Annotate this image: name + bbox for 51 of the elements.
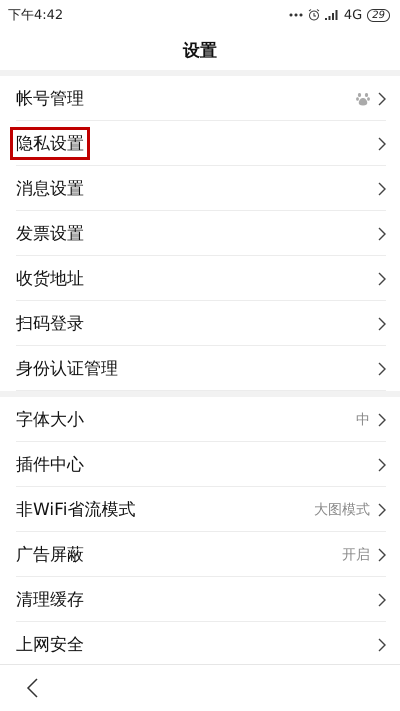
settings-row[interactable]: 上网安全 (0, 622, 400, 664)
settings-row[interactable]: 扫码登录 (0, 301, 400, 346)
settings-row[interactable]: 字体大小 中 (0, 397, 400, 442)
row-label: 插件中心 (15, 454, 85, 477)
page-title: 设置 (183, 40, 217, 62)
row-label: 扫码登录 (15, 313, 85, 336)
back-icon (26, 678, 38, 698)
chevron-icon (378, 502, 386, 516)
row-label: 发票设置 (15, 223, 85, 246)
chevron-icon (378, 92, 386, 106)
row-label: 非WiFi省流模式 (15, 499, 136, 522)
row-label: 清理缓存 (15, 589, 85, 612)
row-label: 隐私设置 (10, 127, 90, 160)
row-value: 中 (356, 410, 370, 428)
row-label: 收货地址 (15, 268, 85, 291)
paw-icon (356, 92, 370, 106)
chevron-icon (378, 136, 386, 150)
chevron-icon (378, 592, 386, 606)
settings-row[interactable]: 消息设置 (0, 166, 400, 211)
status-time: 下午4:42 (8, 7, 64, 24)
more-icon (288, 13, 303, 17)
row-label: 字体大小 (15, 409, 85, 432)
row-label: 广告屏蔽 (15, 544, 85, 567)
row-label: 上网安全 (15, 634, 85, 657)
network-type: 4G (344, 8, 362, 22)
chevron-icon (378, 548, 386, 562)
chevron-icon (378, 182, 386, 196)
settings-row[interactable]: 非WiFi省流模式 大图模式 (0, 487, 400, 532)
settings-row[interactable]: 收货地址 (0, 256, 400, 301)
chevron-icon (378, 226, 386, 240)
settings-row[interactable]: 清理缓存 (0, 577, 400, 622)
chevron-icon (378, 316, 386, 330)
chevron-icon (378, 272, 386, 286)
settings-row[interactable]: 插件中心 (0, 442, 400, 487)
row-value: 大图模式 (314, 500, 370, 518)
settings-row[interactable]: 隐私设置 (0, 121, 400, 166)
settings-row[interactable]: 广告屏蔽 开启 (0, 532, 400, 577)
settings-row[interactable]: 发票设置 (0, 211, 400, 256)
row-value: 开启 (342, 546, 370, 564)
row-label: 帐号管理 (15, 88, 85, 111)
settings-row[interactable]: 身份认证管理 (0, 346, 400, 391)
battery-level: 29 (367, 8, 390, 22)
row-label: 消息设置 (15, 178, 85, 201)
settings-row[interactable]: 帐号管理 (0, 76, 400, 121)
chevron-icon (378, 638, 386, 652)
chevron-icon (378, 412, 386, 426)
chevron-icon (378, 458, 386, 472)
chevron-icon (378, 362, 386, 376)
signal-icon (324, 10, 339, 20)
row-label: 身份认证管理 (15, 358, 119, 381)
alarm-icon (308, 9, 320, 21)
